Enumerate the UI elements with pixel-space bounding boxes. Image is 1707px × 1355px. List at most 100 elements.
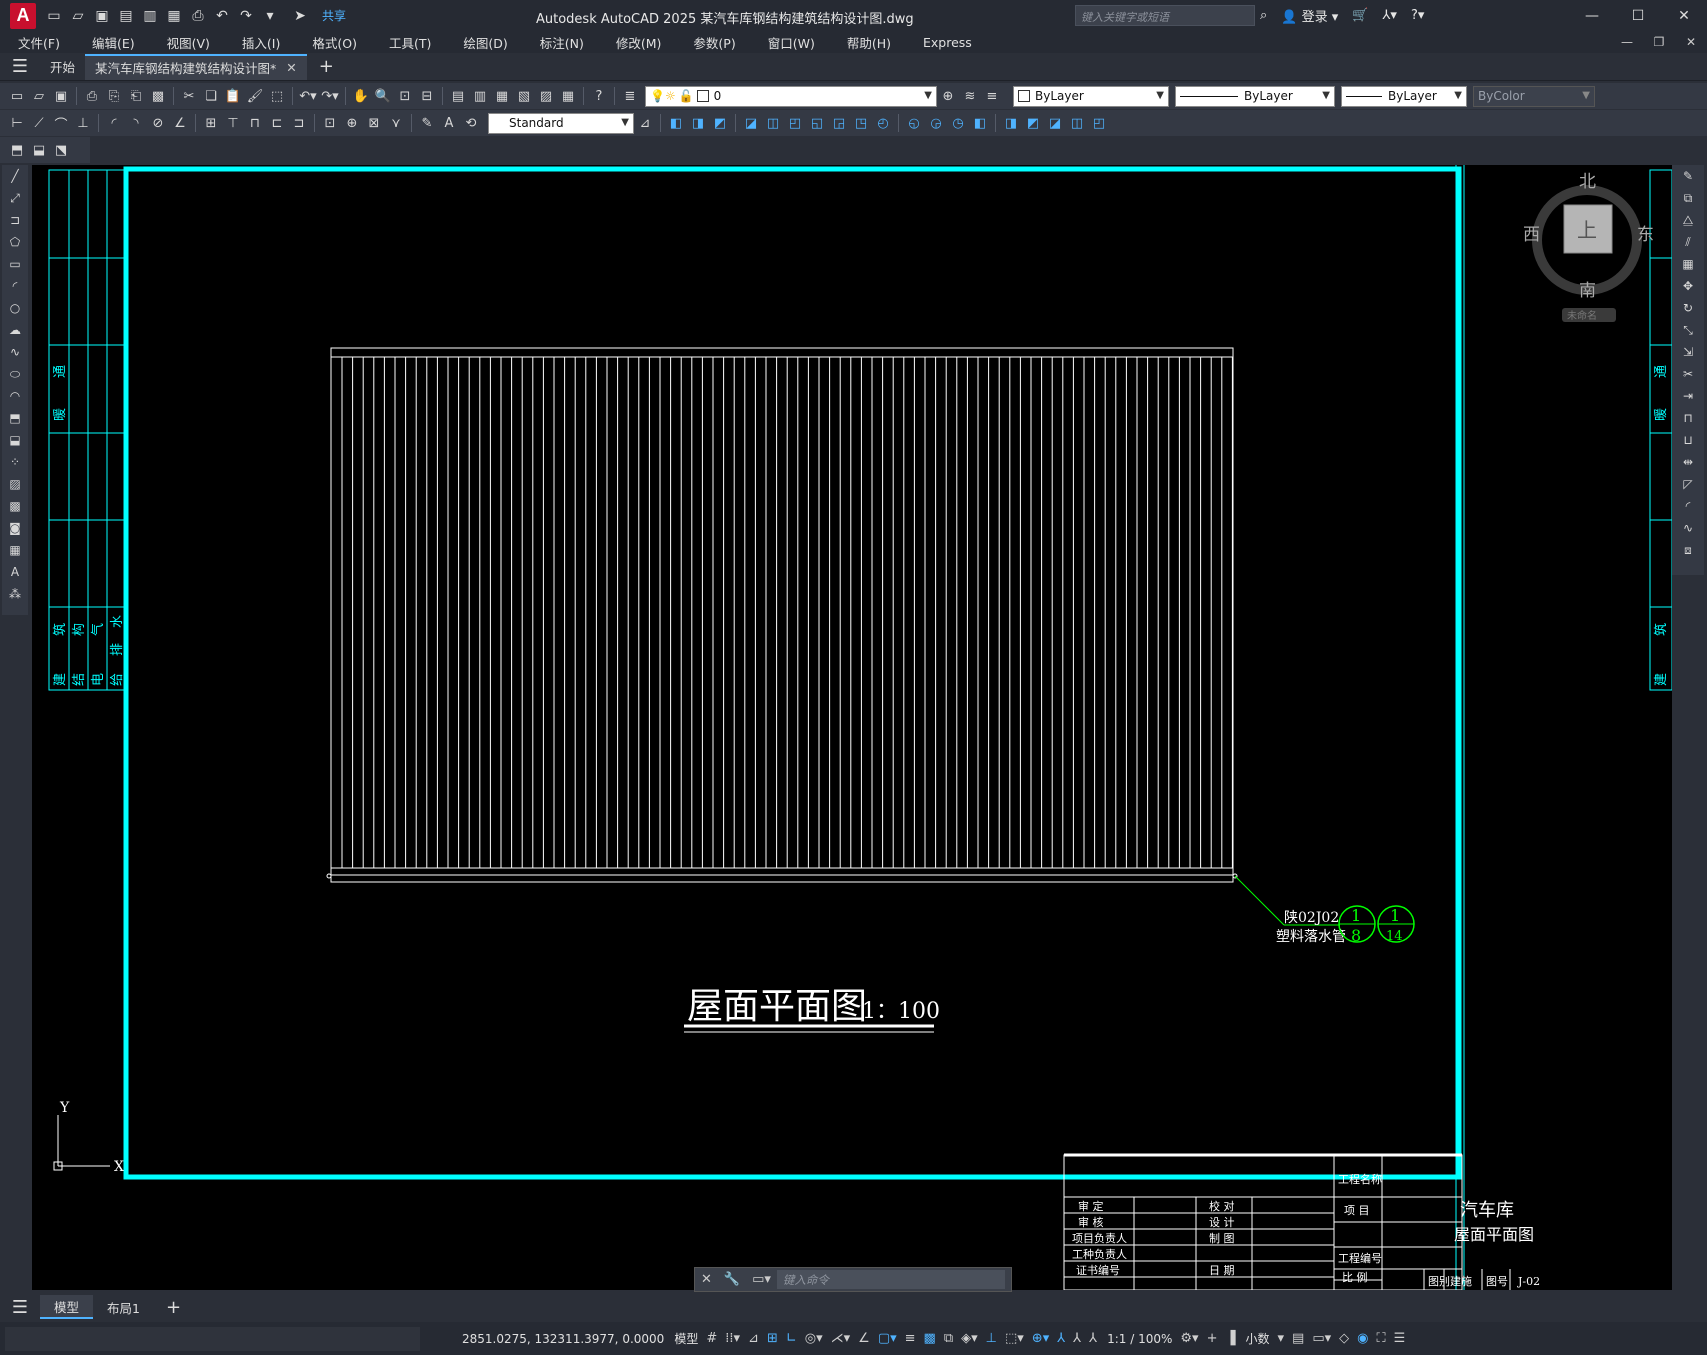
clean-screen-icon[interactable]: ⛶ — [1376, 1331, 1385, 1346]
maximize-button[interactable]: ☐ — [1615, 0, 1661, 31]
layer-state-icon[interactable]: ≡ — [981, 85, 1003, 107]
menu-help[interactable]: 帮助(H) — [829, 33, 905, 52]
design-center-icon[interactable]: ▥ — [469, 85, 491, 107]
units-icon[interactable]: ▐ — [1225, 1331, 1235, 1346]
recent-commands-icon[interactable]: ▭▾ — [752, 1272, 771, 1287]
trim-icon[interactable]: ✂ — [1677, 363, 1699, 385]
workspace-gear-icon[interactable]: ⚙▾ — [1180, 1331, 1198, 1346]
break-at-point-icon[interactable]: ⊓ — [1677, 407, 1699, 429]
array-icon[interactable]: ▦ — [1677, 253, 1699, 275]
isolate-objects-icon[interactable]: ◇ — [1339, 1331, 1349, 1346]
circle-icon[interactable]: ○ — [4, 297, 26, 319]
menu-tools[interactable]: 工具(T) — [371, 33, 445, 52]
revision-cloud-icon[interactable]: ☁ — [4, 319, 26, 341]
gizmo-icon[interactable]: ⊕▾ — [1032, 1331, 1049, 1346]
attach-image-icon[interactable]: ⬔ — [50, 139, 72, 161]
copy-icon[interactable]: ❏ — [200, 85, 222, 107]
menu-modify[interactable]: 修改(M) — [598, 33, 676, 52]
array-3d-icon[interactable]: ◰ — [1088, 112, 1110, 134]
angular-dim-icon[interactable]: ∠ — [169, 112, 191, 134]
rectangle-icon[interactable]: ▭ — [4, 253, 26, 275]
blend-curves-icon[interactable]: ∿ — [1677, 517, 1699, 539]
revolve-icon[interactable]: ◱ — [806, 112, 828, 134]
dimedit-icon[interactable]: ✎ — [416, 112, 438, 134]
doc-close-button[interactable]: ✕ — [1675, 31, 1707, 53]
menu-view[interactable]: 视图(V) — [149, 33, 224, 52]
save-as-icon[interactable]: ▤ — [118, 8, 134, 24]
table-icon[interactable]: ▦ — [4, 539, 26, 561]
spline-icon[interactable]: ∿ — [4, 341, 26, 363]
erase-icon[interactable]: ✎ — [1677, 165, 1699, 187]
dim-update-icon[interactable]: ⟲ — [460, 112, 482, 134]
baseline-dim-icon[interactable]: ⊤ — [222, 112, 244, 134]
new-tab-button[interactable]: + — [307, 56, 346, 77]
multiline-text-icon[interactable]: A — [4, 561, 26, 583]
save-icon[interactable]: ▣ — [94, 8, 110, 24]
region-icon[interactable]: ◙ — [4, 517, 26, 539]
autocad-logo[interactable]: A — [10, 2, 36, 29]
menu-format[interactable]: 格式(O) — [294, 33, 371, 52]
lock-ui-icon[interactable]: ▭▾ — [1312, 1331, 1331, 1346]
jogged-linear-icon[interactable]: ⋎ — [385, 112, 407, 134]
external-reference-icon[interactable]: ⬓ — [28, 139, 50, 161]
open-icon[interactable]: ▱ — [70, 8, 86, 24]
plot-icon[interactable]: ⎙ — [190, 8, 206, 24]
chamfer-icon[interactable]: ◸ — [1677, 473, 1699, 495]
help-search-input[interactable]: 键入关键字或短语 — [1075, 5, 1255, 26]
object-snap-tracking-icon[interactable]: ∠ — [858, 1331, 870, 1346]
customize-command-line-icon[interactable]: 🔧 — [724, 1272, 740, 1287]
close-command-line-icon[interactable]: ✕ — [701, 1272, 712, 1287]
save-web-icon[interactable]: ▦ — [166, 8, 182, 24]
plot-icon[interactable]: ⎙ — [81, 85, 103, 107]
lineweight-dropdown[interactable]: ByLayer ▼ — [1341, 85, 1467, 107]
fillet-icon[interactable]: ◜ — [1677, 495, 1699, 517]
polygon-icon[interactable]: ⬠ — [4, 231, 26, 253]
extrude-icon[interactable]: ◪ — [740, 112, 762, 134]
linetype-dropdown[interactable]: ByLayer ▼ — [1175, 85, 1335, 107]
qnew-icon[interactable]: ▭ — [6, 85, 28, 107]
search-icon[interactable]: ⌕ — [1260, 8, 1267, 23]
layer-previous-icon[interactable]: ≋ — [959, 85, 981, 107]
annotation-visibility-icon[interactable]: ⅄ — [1057, 1331, 1065, 1346]
auto-scale-icon[interactable]: ⅄ — [1073, 1331, 1081, 1346]
minimize-button[interactable]: — — [1569, 0, 1615, 31]
menu-express[interactable]: Express — [905, 35, 986, 50]
plot-preview-icon[interactable]: ⎘ — [103, 85, 125, 107]
menu-draw[interactable]: 绘图(D) — [445, 33, 521, 52]
login-button[interactable]: 👤 登录 ▾ — [1281, 6, 1338, 25]
cut-icon[interactable]: ✂ — [178, 85, 200, 107]
dimstyle-dropdown[interactable]: Standard ▼ — [488, 112, 634, 134]
open-web-icon[interactable]: ▥ — [142, 8, 158, 24]
align-3d-icon[interactable]: ◪ — [1044, 112, 1066, 134]
center-mark-icon[interactable]: ⊕ — [341, 112, 363, 134]
point-icon[interactable]: ⁘ — [4, 451, 26, 473]
menu-window[interactable]: 窗口(W) — [750, 33, 829, 52]
linear-dim-icon[interactable]: ⊢ — [6, 112, 28, 134]
grid-icon[interactable]: # — [706, 1331, 717, 1346]
hatch-icon[interactable]: ▨ — [4, 473, 26, 495]
3d-osnap-icon[interactable]: ◈▾ — [961, 1331, 978, 1346]
mirror-3d-icon[interactable]: ◫ — [1066, 112, 1088, 134]
drawing-canvas[interactable]: 暖 通 建 筑 结 构 电 气 给 排 水 通 暖 筑 建 陕02J02 塑料落… — [32, 165, 1672, 1290]
offset-icon[interactable]: ⫽ — [1677, 231, 1699, 253]
help-icon[interactable]: ?▾ — [1411, 8, 1424, 23]
match-properties-icon[interactable]: 🖌 — [244, 85, 266, 107]
rotate-3d-icon[interactable]: ◩ — [1022, 112, 1044, 134]
extend-icon[interactable]: ⇥ — [1677, 385, 1699, 407]
autodesk-app-icon[interactable]: ⅄▾ — [1382, 8, 1396, 23]
snap-icon[interactable]: ⁞⁞▾ — [725, 1331, 740, 1346]
layer-dropdown[interactable]: 💡 ☼ 🔓 0 ▼ — [645, 85, 937, 107]
customize-status-icon[interactable]: ☰ — [1394, 1331, 1406, 1346]
plotstyle-dropdown[interactable]: ByColor ▼ — [1473, 85, 1595, 107]
thicken-icon[interactable]: ◷ — [947, 112, 969, 134]
break-icon[interactable]: ⊔ — [1677, 429, 1699, 451]
presspull-icon[interactable]: ◫ — [762, 112, 784, 134]
annotation-scale-icon[interactable]: ⅄ — [1089, 1331, 1097, 1346]
customize-qa-icon[interactable]: ▾ — [262, 8, 278, 24]
annotation-monitor-icon[interactable]: + — [1207, 1331, 1218, 1346]
zoom-window-icon[interactable]: ⊡ — [394, 85, 416, 107]
ellipse-icon[interactable]: ⬭ — [4, 363, 26, 385]
aligned-dim-icon[interactable]: ⟋ — [28, 112, 50, 134]
zoom-realtime-icon[interactable]: 🔍 — [372, 85, 394, 107]
continue-dim-icon[interactable]: ⊓ — [244, 112, 266, 134]
